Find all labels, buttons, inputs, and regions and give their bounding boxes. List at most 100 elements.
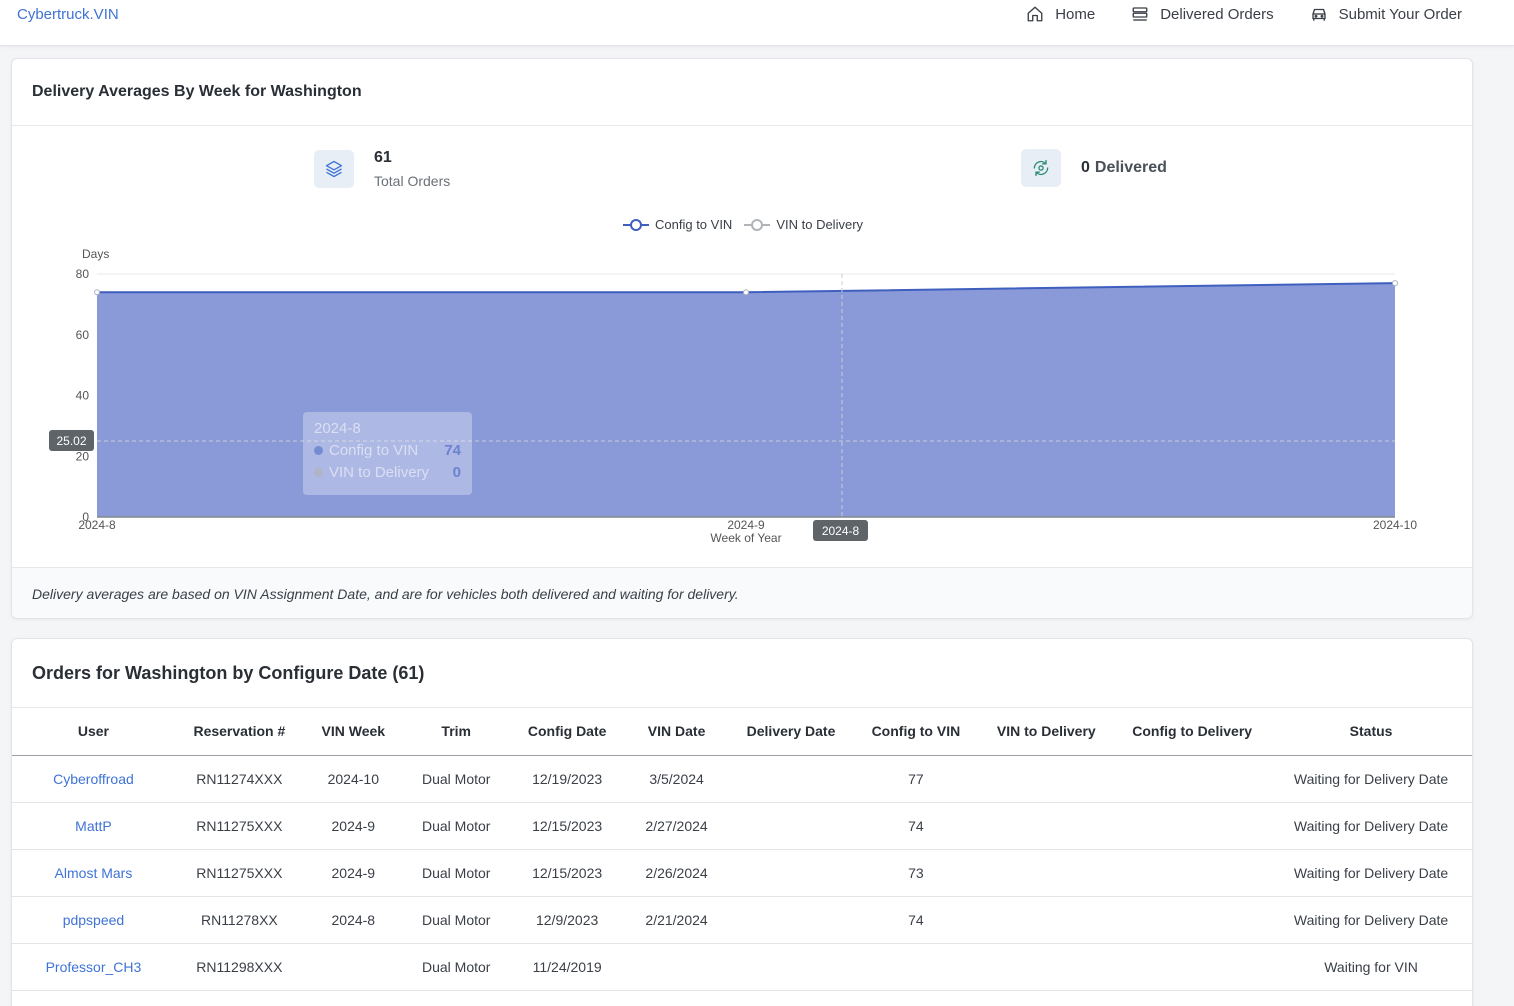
table-cell [624,943,729,991]
table-cell [1114,896,1271,944]
chart-footnote: Delivery averages are based on VIN Assig… [12,567,1472,618]
delivery-area-chart[interactable]: 0 20 40 60 80 2024-8 2024-9 2024-10 Days Week o… [12,239,1473,569]
table-cell [728,849,854,897]
total-orders-stat: 61 Total Orders [314,149,450,189]
table-cell [978,802,1115,850]
table-row: Cyberoffroad RN11274XXX 2024-10 Dual Motor 1… [12,755,1472,803]
orders-card-title: Orders for Washington by Configure Date … [32,662,425,683]
table-cell: RN11274XXX [174,755,304,803]
user-link[interactable]: Almost Mars [55,865,133,881]
table-cell [978,896,1115,944]
nav-submit-order[interactable]: Submit Your Order [1310,5,1462,23]
tooltip-label-vin-to-delivery: VIN to Delivery [329,464,430,481]
table-cell: Dual Motor [402,849,510,897]
table-cell: RN11275XXX [174,849,304,897]
column-header[interactable]: VIN Date [624,708,729,756]
table-cell: 2/26/2024 [624,849,729,897]
nav-menu: Home Delivered Orders Submit Your Order [1026,5,1462,23]
orders-card-header: Orders for Washington by Configure Date … [12,639,1472,708]
table-cell: RN11298XXX [174,943,304,991]
table-cell: 2/21/2024 [624,896,729,944]
table-row: pdpspeed RN11278XX 2024-8 Dual Motor 12/9/20… [12,896,1472,944]
y-axis-label: Days [82,247,109,261]
x-tick-label: 2024-8 [78,518,116,532]
legend-vin-to-delivery[interactable]: VIN to Delivery [744,217,863,232]
table-cell: RN11275XXX [174,802,304,850]
chart-legend: Config to VIN VIN to Delivery [623,217,863,232]
table-cell: Dual Motor [402,896,510,944]
column-header[interactable]: VIN to Delivery [978,708,1115,756]
table-cell: Almost Mars [12,849,175,897]
area-config-to-vin [97,283,1395,517]
table-cell [853,943,979,991]
legend-config-to-vin[interactable]: Config to VIN [623,217,732,232]
nav-delivered-orders[interactable]: Delivered Orders [1131,5,1274,23]
chart-card-title: Delivery Averages By Week for Washington [32,83,362,100]
crosshair-x-value: 2024-8 [822,524,860,538]
user-link[interactable]: Professor_CH3 [46,959,142,975]
column-header[interactable]: Config to Delivery [1114,708,1271,756]
table-cell: pdpspeed [12,896,175,944]
table-cell: Professor_CH3 [12,943,175,991]
y-tick-label: 20 [76,449,90,463]
crosshair-y-value: 25.02 [56,434,86,448]
table-cell: 2024-9 [303,849,403,897]
total-orders-value: 61 [374,149,392,166]
column-header[interactable]: Trim [402,708,510,756]
column-header[interactable]: Config Date [509,708,625,756]
chart-series [94,280,1398,518]
table-cell: 2024-9 [303,802,403,850]
table-cell [1114,755,1271,803]
table-cell: 11/24/2019 [509,943,625,991]
car-icon [1311,8,1326,21]
nav-home-label: Home [1055,5,1096,23]
table-cell [1114,802,1271,850]
delivered-label: Delivered [1094,159,1167,176]
column-header[interactable]: Reservation # [174,708,304,756]
table-cell [728,943,854,991]
table-cell: 2024-10 [303,755,403,803]
table-cell: 74 [853,896,979,944]
nav-submit-order-label: Submit Your Order [1338,5,1462,23]
tooltip-dot-vin-to-delivery [314,468,323,477]
table-cell: Waiting for Delivery Date [1270,849,1472,897]
delivered-value: 0 [1081,159,1090,176]
delivered-icon-box [1021,149,1061,187]
table-cell [728,896,854,944]
table-row: Almost Mars RN11275XXX 2024-9 Dual Motor 12/… [12,849,1472,897]
table-cell [728,802,854,850]
tooltip-dot-config-to-vin [314,446,323,455]
point-config-to-vin [1392,280,1398,287]
brand-link[interactable]: Cybertruck.VIN [17,6,119,23]
tooltip-value-config-to-vin: 74 [444,442,461,459]
nav-home[interactable]: Home [1026,5,1095,23]
table-cell: Waiting for VIN [1270,943,1472,991]
orders-table: User Reservation # VIN Week Trim Config Date… [12,708,1472,991]
user-link[interactable]: pdpspeed [63,912,125,928]
table-cell: Dual Motor [402,943,510,991]
table-row: Professor_CH3 RN11298XXX Dual Motor 11/24/2… [12,943,1472,991]
point-config-to-vin [94,289,100,296]
table-cell: 2/27/2024 [624,802,729,850]
user-link[interactable]: MattP [75,818,112,834]
x-axis-label: Week of Year [710,531,781,545]
y-tick-label: 40 [76,389,90,403]
tooltip-row-config-to-vin: Config to VIN 74 [314,442,461,459]
table-cell [978,943,1115,991]
table-cell [728,755,854,803]
column-header[interactable]: Config to VIN [853,708,979,756]
layers-icon [325,160,343,178]
total-orders-label: Total Orders [374,173,451,189]
column-header[interactable]: User [12,708,175,756]
table-cell: Cyberoffroad [12,755,175,803]
column-header[interactable]: Status [1270,708,1472,756]
tooltip-label-config-to-vin: Config to VIN [329,442,419,459]
column-header[interactable]: Delivery Date [728,708,854,756]
user-link[interactable]: Cyberoffroad [53,771,134,787]
column-header[interactable]: VIN Week [303,708,403,756]
table-row: MattP RN11275XXX 2024-9 Dual Motor 12/15/202… [12,802,1472,850]
table-cell: Waiting for Delivery Date [1270,802,1472,850]
legend-config-to-vin-marker [623,218,649,231]
x-tick-label: 2024-10 [1373,518,1417,532]
chart-card-header: Delivery Averages By Week for Washington [12,59,1472,126]
